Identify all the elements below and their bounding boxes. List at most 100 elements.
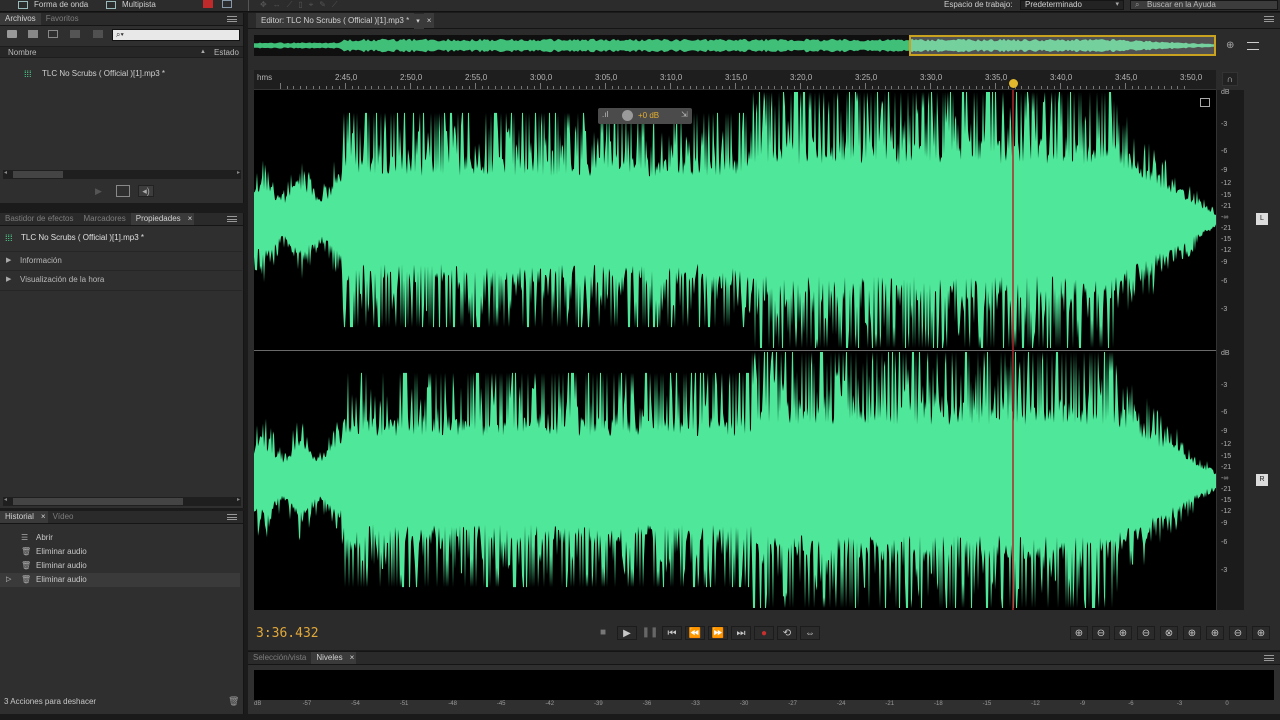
import-icon[interactable] xyxy=(28,30,38,38)
zoom-full-icon[interactable]: ⊗ xyxy=(1160,626,1178,640)
spectral-view-icon[interactable] xyxy=(222,0,232,8)
scroll-left-icon[interactable]: ◂ xyxy=(4,169,7,176)
fast-forward-button[interactable]: ⏩ xyxy=(708,626,728,640)
snap-icon[interactable]: ∩ xyxy=(1222,72,1238,86)
ruler-tick-mark xyxy=(475,83,476,89)
chevron-down-icon[interactable]: ▾ xyxy=(414,14,424,29)
ruler-tick-mark xyxy=(1073,86,1074,89)
loop-icon[interactable] xyxy=(116,185,130,197)
record-button[interactable]: ● xyxy=(754,626,774,640)
properties-hscrollbar[interactable]: ◂ ▸ xyxy=(3,497,241,506)
tab-effects-rack[interactable]: Bastidor de efectos xyxy=(0,213,78,225)
playhead-handle[interactable] xyxy=(1009,79,1018,88)
zoom-tracks-icon[interactable]: ⊕ xyxy=(1252,626,1270,640)
scroll-right-icon[interactable]: ▸ xyxy=(237,169,240,176)
level-scale-label: -3 xyxy=(1176,701,1183,707)
tab-properties[interactable]: Propiedades xyxy=(130,213,186,225)
waveform-display[interactable]: .ıl +0 dB ⇲ xyxy=(254,90,1216,610)
close-file-icon[interactable] xyxy=(70,30,80,38)
tab-video[interactable]: Vídeo xyxy=(48,511,79,523)
zoom-in-time-icon[interactable]: ⊕ xyxy=(1114,626,1132,640)
stop-button[interactable]: ■ xyxy=(594,626,612,640)
help-search-input[interactable]: ⌕ Buscar en la Ayuda xyxy=(1130,0,1278,10)
ruler-tick-mark xyxy=(1008,86,1009,89)
zoom-out-amplitude-icon[interactable]: ⊖ xyxy=(1092,626,1110,640)
zoom-out-time-icon[interactable]: ⊖ xyxy=(1137,626,1155,640)
insert-icon[interactable] xyxy=(48,30,58,38)
history-footer: 3 Acciones para deshacer xyxy=(4,697,97,706)
play-button[interactable]: ▶ xyxy=(617,626,637,640)
tab-selection-view[interactable]: Selección/vista xyxy=(248,652,311,664)
play-file-icon[interactable]: ▶ xyxy=(95,186,102,197)
channel-toggle-icon[interactable] xyxy=(1200,98,1210,107)
scroll-right-icon[interactable]: ▸ xyxy=(237,496,240,503)
skip-start-button[interactable]: ⏮ xyxy=(662,626,682,640)
close-tab-icon[interactable]: × xyxy=(423,13,435,28)
tool-icons[interactable]: ✥↔⟋▯⌖✎⟋ xyxy=(260,0,344,10)
zoom-selection-icon[interactable]: ⊖ xyxy=(1229,626,1247,640)
panel-menu-icon[interactable] xyxy=(227,514,237,520)
files-search-input[interactable]: ⌕▾ xyxy=(112,29,240,41)
open-folder-icon[interactable] xyxy=(7,30,17,38)
autoplay-icon[interactable]: ◂) xyxy=(138,185,154,197)
hud-volume[interactable]: .ıl +0 dB ⇲ xyxy=(598,108,692,124)
pin-icon[interactable]: ⇲ xyxy=(681,110,688,119)
section-information[interactable]: ▶ Información xyxy=(0,251,242,271)
loop-button[interactable]: ⟲ xyxy=(777,626,797,640)
tab-history[interactable]: Historial xyxy=(0,511,39,523)
zoom-in-amplitude-icon[interactable]: ⊕ xyxy=(1070,626,1088,640)
history-item[interactable]: 🗑 Eliminar audio xyxy=(0,559,240,573)
overview-bar[interactable] xyxy=(254,35,1216,56)
multitrack-view-button[interactable]: Multipista xyxy=(122,0,156,10)
scrollbar-thumb[interactable] xyxy=(13,171,63,178)
tab-levels[interactable]: Niveles xyxy=(311,652,348,664)
close-tab-icon[interactable]: × xyxy=(38,511,48,523)
section-time-display[interactable]: ▶ Visualización de la hora xyxy=(0,271,242,291)
hamburger-icon[interactable] xyxy=(1247,42,1259,50)
record-mode-icon[interactable] xyxy=(203,0,213,8)
column-status[interactable]: Estado xyxy=(214,47,239,58)
channel-left-button[interactable]: L xyxy=(1256,213,1268,225)
tab-markers[interactable]: Marcadores xyxy=(78,213,130,225)
workspace-dropdown[interactable]: Predeterminado ▾ xyxy=(1020,0,1124,10)
delete-history-icon[interactable]: 🗑 xyxy=(228,696,239,707)
zoom-navigator-icon[interactable]: ⊕ xyxy=(1226,40,1234,51)
skip-selection-button[interactable]: ⇔ xyxy=(800,626,820,640)
pause-button[interactable]: ❚❚ xyxy=(640,626,660,640)
channel-right-button[interactable]: R xyxy=(1256,474,1268,486)
volume-knob-icon[interactable] xyxy=(622,110,633,121)
scroll-left-icon[interactable]: ◂ xyxy=(4,496,7,503)
hud-db-value[interactable]: +0 dB xyxy=(638,111,659,120)
waveform-view-button[interactable]: Forma de onda xyxy=(34,0,88,10)
trash-icon: 🗑 xyxy=(21,547,32,556)
zoom-in-end-icon[interactable]: ⊕ xyxy=(1206,626,1224,640)
panel-menu-icon[interactable] xyxy=(227,16,237,22)
close-tab-icon[interactable]: × xyxy=(347,652,357,664)
panel-menu-icon[interactable] xyxy=(1264,655,1274,661)
ruler-tick-mark xyxy=(813,86,814,89)
ruler-tick-mark xyxy=(904,86,905,89)
close-tab-icon[interactable]: × xyxy=(185,213,195,225)
file-list-item[interactable]: ⁞⁞⁞ TLC No Scrubs ( Official )[1].mp3 * xyxy=(0,67,242,81)
ruler-tick-mark xyxy=(1151,86,1152,89)
column-name[interactable]: Nombre xyxy=(8,47,36,58)
zoom-in-start-icon[interactable]: ⊕ xyxy=(1183,626,1201,640)
panel-menu-icon[interactable] xyxy=(227,216,237,222)
history-item[interactable]: 🗑 Eliminar audio xyxy=(0,545,240,559)
files-hscrollbar[interactable]: ◂ ▸ xyxy=(3,170,241,179)
time-ruler[interactable]: hms 2:45,0 2:50,0 2:55,0 3:00,0 3:05,0 3:10,0… xyxy=(254,70,1216,90)
delete-file-icon[interactable] xyxy=(93,30,103,38)
db-label: -15 xyxy=(1221,236,1232,243)
skip-end-button[interactable]: ⏭ xyxy=(731,626,751,640)
current-time-display[interactable]: 3:36.432 xyxy=(256,626,319,641)
history-item-selected[interactable]: ▷ 🗑 Eliminar audio xyxy=(0,573,240,587)
panel-menu-icon[interactable] xyxy=(1264,16,1274,22)
editor-tab[interactable]: Editor: TLC No Scrubs ( Official )[1].mp… xyxy=(256,13,415,28)
tab-files[interactable]: Archivos xyxy=(0,13,41,25)
history-item[interactable]: ☰ Abrir xyxy=(0,531,240,545)
scrollbar-thumb[interactable] xyxy=(13,498,183,505)
tab-favorites[interactable]: Favoritos xyxy=(41,13,84,25)
rewind-button[interactable]: ⏪ xyxy=(685,626,705,640)
ruler-tick-mark xyxy=(384,86,385,89)
overview-visible-range[interactable] xyxy=(909,35,1216,56)
